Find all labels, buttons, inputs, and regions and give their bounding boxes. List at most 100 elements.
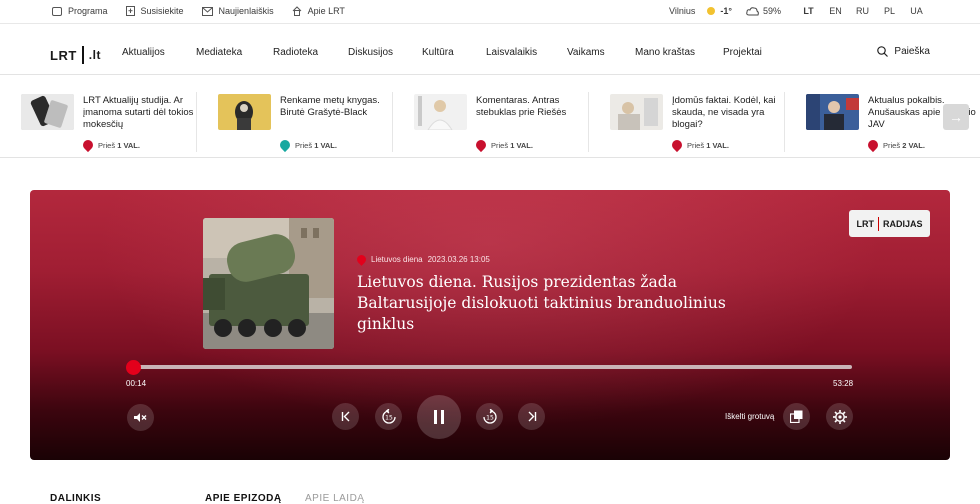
current-time: 00:14 (126, 379, 147, 388)
progress-track[interactable] (130, 365, 852, 369)
gear-icon (832, 409, 847, 424)
svg-text:15: 15 (385, 414, 393, 421)
about-link[interactable]: Apie LRT (292, 6, 345, 16)
popout-label: Iškelti grotuvą (725, 412, 775, 421)
time-value: 1 VAL. (706, 140, 729, 150)
time-value: 2 VAL. (902, 140, 925, 150)
document-icon (125, 6, 135, 16)
nav-item-radioteka[interactable]: Radioteka (273, 47, 318, 58)
pause-button[interactable] (417, 395, 461, 439)
mute-button[interactable] (127, 404, 154, 431)
radio-pin-icon (355, 253, 368, 266)
sun-icon (707, 7, 716, 15)
episode-strip: LRT Aktualijų studija. Ar įmanoma sutart… (0, 76, 980, 158)
weather-city: Vilnius (669, 6, 696, 16)
tab-about-episode[interactable]: APIE EPIZODĄ (205, 493, 282, 504)
card-divider (784, 92, 785, 152)
card-timestamp: Prieš 2 VAL. (865, 137, 925, 153)
lang-ru[interactable]: RU (849, 6, 876, 16)
card-divider (588, 92, 589, 152)
nav-item-laisvalaikis[interactable]: Laisvalaikis (486, 47, 537, 58)
tab-about-show[interactable]: APIE LAIDĄ (305, 493, 364, 504)
lang-lt[interactable]: LT (795, 6, 822, 16)
card-timestamp: Prieš 1 VAL. (277, 137, 337, 153)
episode-title: Lietuvos diena. Rusijos prezidentas žada… (357, 273, 726, 333)
strip-card[interactable]: Komentaras. Antras stebuklas prie Riešės… (414, 94, 589, 153)
show-name[interactable]: Lietuvos diena (371, 255, 423, 264)
time-prefix: Prieš 1 VAL. (295, 140, 337, 150)
card-title: LRT Aktualijų studija. Ar įmanoma sutart… (83, 95, 194, 130)
time-value: 1 VAL. (510, 140, 533, 150)
time-prefix: Prieš 2 VAL. (883, 140, 925, 150)
progress-handle[interactable] (125, 360, 141, 375)
envelope-icon (201, 6, 213, 16)
badge-divider (877, 216, 879, 231)
audio-player: LRT RADIJAS Lietuvos diena 2023.03.26 13… (30, 190, 950, 460)
card-thumbnail (218, 94, 271, 130)
pause-icon (434, 410, 444, 424)
weather-humidity: 59% (762, 6, 781, 16)
next-button[interactable] (518, 403, 545, 430)
episode-meta: Lietuvos diena 2023.03.26 13:05 (355, 253, 490, 266)
rewind-15-button[interactable]: 15 (375, 403, 402, 430)
category-pin-icon (277, 137, 293, 153)
strip-next-button[interactable]: → (943, 104, 969, 130)
weather-temp: -1° (720, 6, 732, 16)
card-timestamp: Prieš 1 VAL. (80, 137, 140, 153)
time-value: 1 VAL. (117, 140, 140, 150)
previous-button[interactable] (332, 403, 359, 430)
share-heading: DALINKIS (50, 493, 102, 504)
cloud-icon (746, 6, 759, 15)
card-thumbnail (21, 94, 74, 130)
logo-divider (81, 46, 84, 64)
nav-item-projektai[interactable]: Projektai (723, 47, 762, 58)
card-timestamp: Prieš 1 VAL. (473, 137, 533, 153)
card-thumbnail (610, 94, 663, 130)
card-divider (392, 92, 393, 152)
category-pin-icon (669, 137, 685, 153)
time-prefix: Prieš 1 VAL. (98, 140, 140, 150)
nav-item-mano-krastas[interactable]: Mano kraštas (635, 47, 695, 58)
card-title: Įdomūs faktai. Kodėl, kai skauda, ne vis… (672, 95, 776, 130)
tv-icon (52, 6, 62, 16)
card-timestamp: Prieš 1 VAL. (669, 137, 729, 153)
lang-pl[interactable]: PL (876, 6, 903, 16)
strip-card[interactable]: Įdomūs faktai. Kodėl, kai skauda, ne vis… (610, 94, 785, 153)
card-thumbnail (806, 94, 859, 130)
nav-item-aktualijos[interactable]: Aktualijos (122, 47, 165, 58)
rewind-15-icon: 15 (381, 408, 396, 424)
time-value: 1 VAL. (314, 140, 337, 150)
nav-item-diskusijos[interactable]: Diskusijos (348, 47, 393, 58)
lang-en[interactable]: EN (822, 6, 849, 16)
card-divider (196, 92, 197, 152)
top-utility-bar: Programa Susisiekite Naujienlaiškis Apie… (0, 0, 980, 24)
card-thumbnail (414, 94, 467, 130)
contact-link[interactable]: Susisiekite (125, 6, 184, 16)
arrow-right-icon: → (949, 109, 963, 125)
strip-card[interactable]: Renkame metų knygas. Birutė Grašytė-Blac… (218, 94, 393, 153)
time-prefix: Prieš 1 VAL. (491, 140, 533, 150)
settings-button[interactable] (826, 403, 853, 430)
search-button[interactable]: Paieška (877, 46, 930, 57)
episode-datetime: 2023.03.26 13:05 (427, 255, 490, 264)
speaker-muted-icon (134, 413, 147, 422)
skip-previous-icon (341, 411, 349, 422)
lang-ua[interactable]: UA (903, 6, 930, 16)
nav-item-kultura[interactable]: Kultūra (422, 47, 454, 58)
search-icon (877, 46, 889, 57)
duration: 53:28 (833, 379, 854, 388)
nav-item-vaikams[interactable]: Vaikams (567, 47, 605, 58)
lrt-radijas-badge: LRT RADIJAS (849, 210, 930, 237)
category-pin-icon (473, 137, 489, 153)
card-title: Komentaras. Antras stebuklas prie Riešės (476, 95, 567, 118)
newsletter-link[interactable]: Naujienlaiškis (201, 6, 274, 16)
card-title: Renkame metų knygas. Birutė Grašytė-Blac… (280, 95, 380, 118)
forward-15-button[interactable]: 15 (476, 403, 503, 430)
program-link[interactable]: Programa (52, 6, 108, 16)
lrt-logo[interactable]: LRT .lt (50, 46, 101, 64)
category-pin-icon (80, 137, 96, 153)
episode-cover-image (203, 218, 334, 349)
nav-item-mediateka[interactable]: Mediateka (196, 47, 242, 58)
popout-player-button[interactable] (783, 403, 810, 430)
strip-card[interactable]: LRT Aktualijų studija. Ar įmanoma sutart… (21, 94, 196, 153)
